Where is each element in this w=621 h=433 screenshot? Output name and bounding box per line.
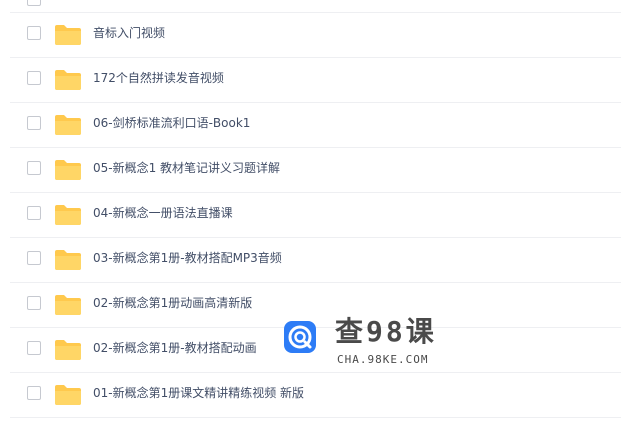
file-name[interactable]: 02-新概念第1册动画高清新版: [93, 295, 252, 311]
row-checkbox[interactable]: [27, 386, 41, 400]
list-item[interactable]: 音标入门视频: [10, 12, 621, 58]
list-item[interactable]: 06-剑桥标准流利口语-Book1: [10, 102, 621, 148]
file-name[interactable]: 02-新概念第1册-教材搭配动画: [93, 340, 257, 356]
folder-icon: [55, 295, 81, 315]
row-checkbox[interactable]: [27, 116, 41, 130]
row-checkbox[interactable]: [27, 161, 41, 175]
folder-icon: [55, 340, 81, 360]
folder-icon: [55, 115, 81, 135]
file-name[interactable]: 音标入门视频: [93, 25, 165, 41]
list-item[interactable]: 05-新概念1 教材笔记讲义习题详解: [10, 147, 621, 193]
row-checkbox[interactable]: [27, 296, 41, 310]
folder-icon: [55, 250, 81, 270]
row-checkbox[interactable]: [27, 26, 41, 40]
file-name[interactable]: 03-新概念第1册-教材搭配MP3音频: [93, 250, 282, 266]
folder-icon: [55, 25, 81, 45]
list-item[interactable]: 03-新概念第1册-教材搭配MP3音频: [10, 237, 621, 283]
list-item[interactable]: 04-新概念一册语法直播课: [10, 192, 621, 238]
row-checkbox[interactable]: [27, 206, 41, 220]
watermark-domain: CHA.98KE.COM: [337, 353, 429, 366]
file-name[interactable]: 04-新概念一册语法直播课: [93, 205, 233, 221]
row-checkbox[interactable]: [27, 341, 41, 355]
file-name[interactable]: 172个自然拼读发音视频: [93, 70, 224, 86]
watermark-logo-icon: [284, 321, 316, 353]
row-checkbox[interactable]: [27, 71, 41, 85]
list-item[interactable]: 01-新概念第1册课文精讲精练视频 新版: [10, 372, 621, 418]
folder-icon: [55, 70, 81, 90]
folder-icon: [55, 160, 81, 180]
list-item[interactable]: 172个自然拼读发音视频: [10, 57, 621, 103]
folder-icon: [55, 205, 81, 225]
file-name[interactable]: 06-剑桥标准流利口语-Book1: [93, 115, 250, 131]
watermark: 查98课 CHA.98KE.COM: [283, 315, 453, 375]
watermark-title: 查98课: [335, 315, 437, 348]
file-name[interactable]: 01-新概念第1册课文精讲精练视频 新版: [93, 385, 304, 401]
folder-icon: [55, 385, 81, 405]
row-checkbox[interactable]: [27, 0, 41, 6]
row-checkbox[interactable]: [27, 251, 41, 265]
file-name[interactable]: 05-新概念1 教材笔记讲义习题详解: [93, 160, 280, 176]
